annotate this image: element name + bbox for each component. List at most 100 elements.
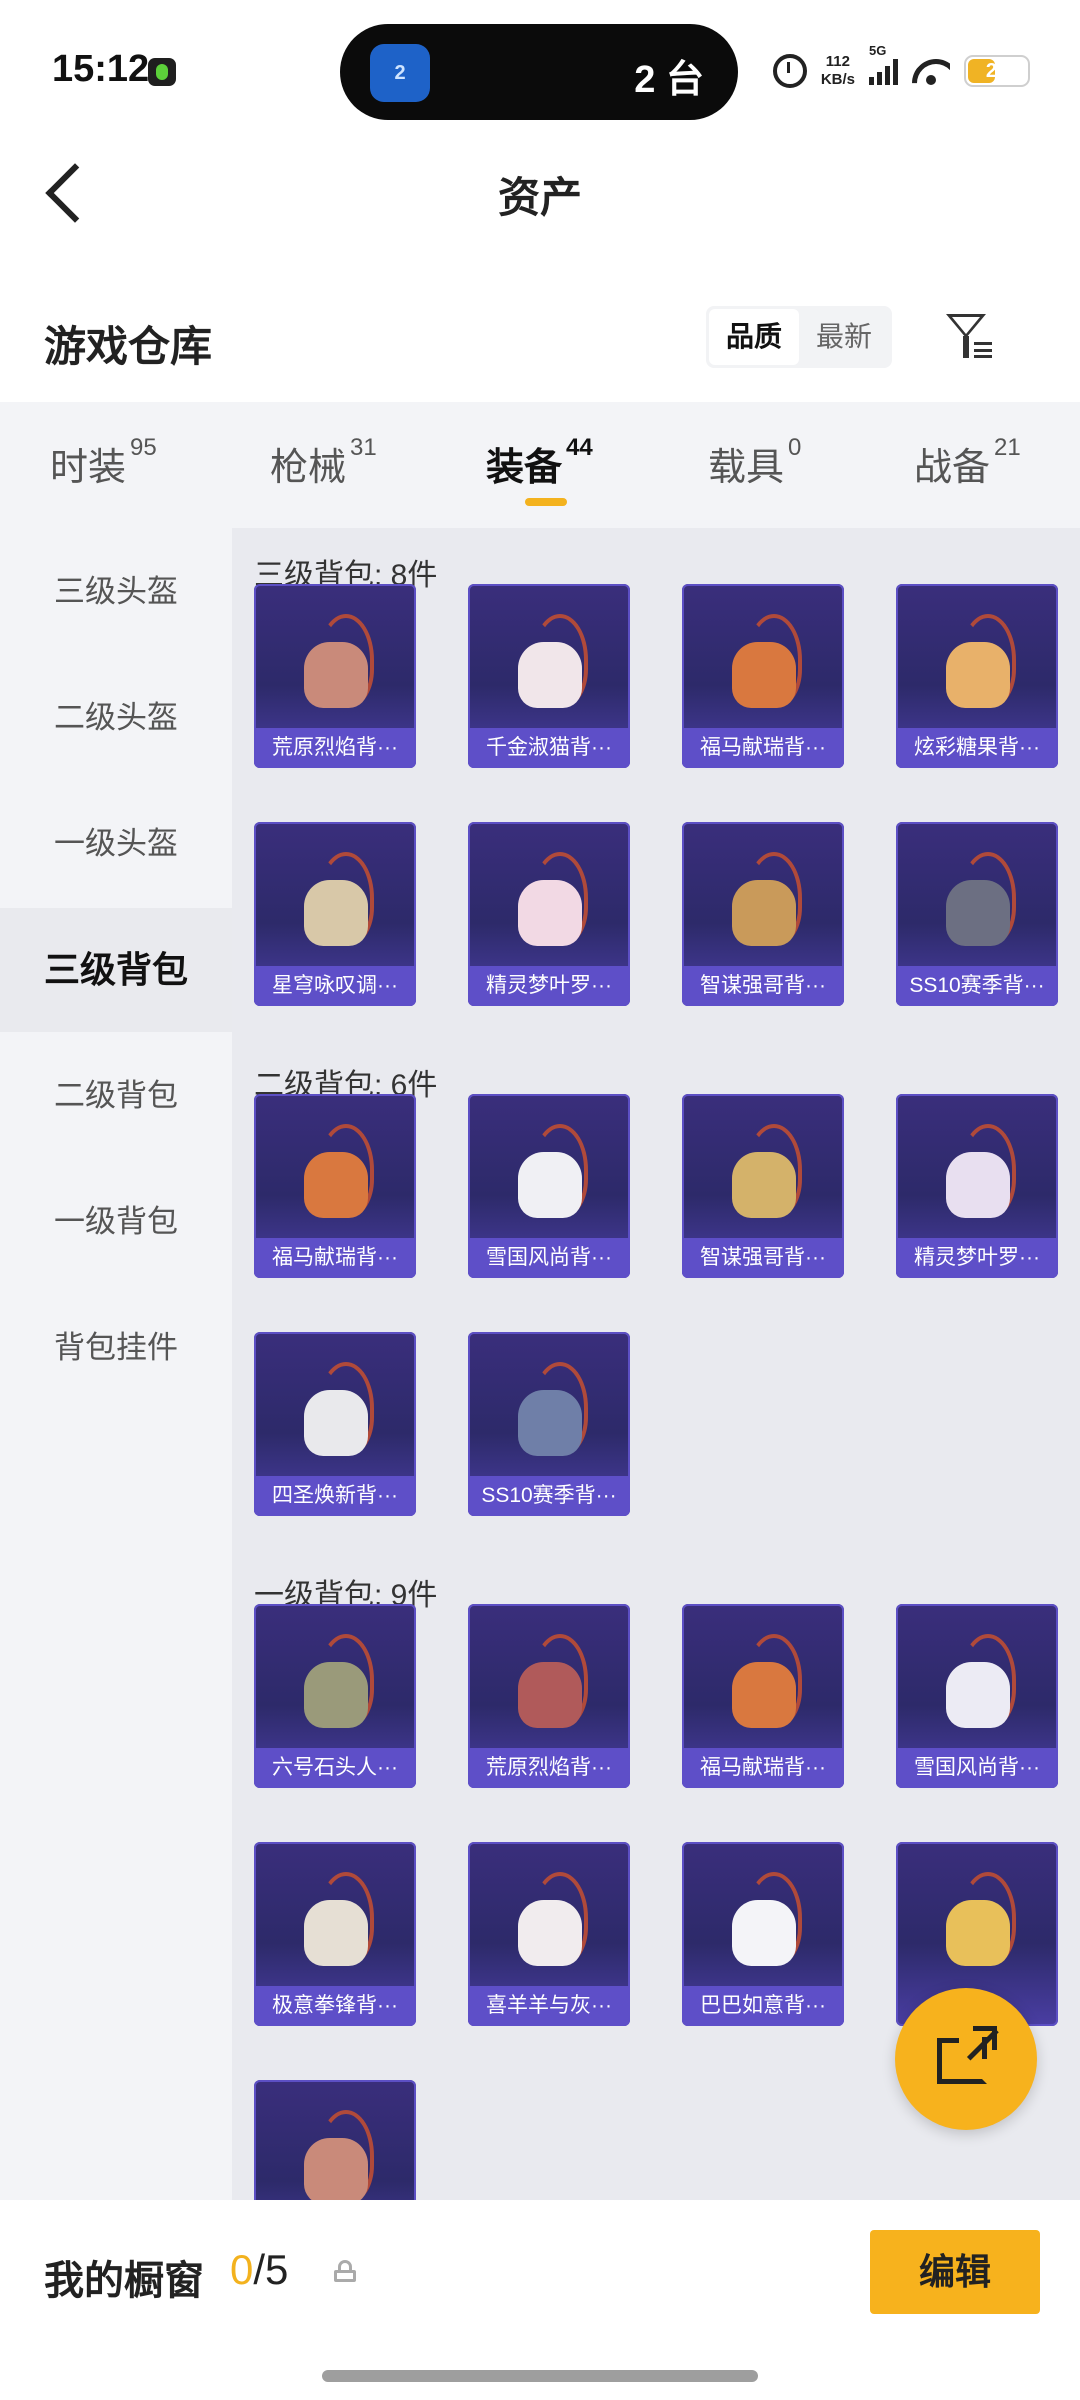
backpack-item-card[interactable]: 雪国风尚背··· xyxy=(468,1094,630,1278)
sidebar-item-level3-backpack[interactable]: 三级背包 xyxy=(0,908,232,1032)
item-label: 精灵梦叶罗··· xyxy=(468,966,630,1006)
backpack-icon xyxy=(934,850,1020,950)
backpack-icon xyxy=(934,1632,1020,1732)
backpack-item-card[interactable]: SS10赛季背··· xyxy=(896,822,1058,1006)
backpack-item-card[interactable]: SS10赛季背··· xyxy=(468,1332,630,1516)
home-indicator[interactable] xyxy=(322,2370,758,2382)
sidebar-item-level3-helmet[interactable]: 三级头盔 xyxy=(0,530,232,654)
tab-vehicles[interactable]: 载具 0 xyxy=(708,434,802,491)
tab-label: 时装 xyxy=(50,447,127,489)
backpack-item-card[interactable]: 六号石头人··· xyxy=(254,1604,416,1788)
item-label: 智谋强哥背··· xyxy=(682,966,844,1006)
backpack-icon xyxy=(720,1870,806,1970)
item-label: 四圣焕新背··· xyxy=(254,1476,416,1516)
item-label: SS10赛季背··· xyxy=(896,966,1058,1006)
backpack-icon xyxy=(720,1122,806,1222)
backpack-item-card[interactable]: 荒原烈焰背··· xyxy=(254,584,416,768)
tab-label: 载具 xyxy=(708,447,785,489)
item-label: 福马献瑞背··· xyxy=(254,1238,416,1278)
lock-icon xyxy=(334,2260,356,2282)
header: 资产 xyxy=(0,140,1080,250)
backpack-item-card[interactable]: 福马献瑞背··· xyxy=(254,1094,416,1278)
item-label: 炫彩糖果背··· xyxy=(896,728,1058,768)
sidebar-item-level1-helmet[interactable]: 一级头盔 xyxy=(0,782,232,906)
alarm-icon xyxy=(772,54,807,88)
backpack-item-card[interactable]: 精灵梦叶罗··· xyxy=(468,822,630,1006)
signal-icon: 5G xyxy=(869,43,898,85)
tab-count: 44 xyxy=(566,434,593,461)
backpack-icon xyxy=(934,1870,1020,1970)
showcase-total: /5 xyxy=(253,2246,289,2293)
backpack-icon xyxy=(506,1632,592,1732)
filter-button[interactable] xyxy=(940,308,1000,368)
backpack-icon xyxy=(934,1122,1020,1222)
share-button[interactable] xyxy=(895,1988,1037,2130)
backpack-icon xyxy=(720,1632,806,1732)
status-bar: 15:12 2 2 台 112 KB/s 5G 23 xyxy=(0,0,1080,140)
item-label: 荒原烈焰背··· xyxy=(254,728,416,768)
showcase-count: 0/5 xyxy=(230,2246,288,2294)
backpack-icon xyxy=(506,612,592,712)
bottom-bar: 我的橱窗 0/5 编辑 xyxy=(0,2200,1080,2400)
backpack-item-card[interactable]: 极意拳锋背··· xyxy=(254,1842,416,2026)
backpack-item-card[interactable]: 智谋强哥背··· xyxy=(682,1094,844,1278)
backpack-item-card[interactable]: 喜羊羊与灰··· xyxy=(468,1842,630,2026)
battery-icon: 23 xyxy=(964,55,1030,87)
sidebar-item-backpack-charm[interactable]: 背包挂件 xyxy=(0,1286,232,1410)
backpack-item-card[interactable]: 巴巴如意背··· xyxy=(682,1842,844,2026)
backpack-item-card[interactable] xyxy=(254,2080,416,2200)
sidebar-item-level1-backpack[interactable]: 一级背包 xyxy=(0,1160,232,1284)
backpack-icon xyxy=(720,612,806,712)
tab-count: 21 xyxy=(994,434,1021,461)
tab-supplies[interactable]: 战备 21 xyxy=(914,434,1021,491)
backpack-item-card[interactable]: 千金淑猫背··· xyxy=(468,584,630,768)
backpack-item-card[interactable]: 荒原烈焰背··· xyxy=(468,1604,630,1788)
backpack-icon xyxy=(506,1122,592,1222)
backpack-item-card[interactable]: 精灵梦叶罗··· xyxy=(896,1094,1058,1278)
item-label: 巴巴如意背··· xyxy=(682,1986,844,2026)
page-title: 资产 xyxy=(497,174,582,221)
category-tabs: 时装 95 枪械 31 装备 44 载具 0 战备 21 xyxy=(0,402,1080,528)
backpack-icon xyxy=(292,1870,378,1970)
edit-button[interactable]: 编辑 xyxy=(870,2230,1040,2314)
backpack-item-card[interactable]: 炫彩糖果背··· xyxy=(896,584,1058,768)
backpack-icon xyxy=(292,850,378,950)
sort-toggle: 品质 最新 xyxy=(706,306,892,368)
item-label: 荒原烈焰背··· xyxy=(468,1748,630,1788)
item-label: 福马献瑞背··· xyxy=(682,728,844,768)
item-label: 精灵梦叶罗··· xyxy=(896,1238,1058,1278)
backpack-icon xyxy=(720,850,806,950)
backpack-item-card[interactable]: 雪国风尚背··· xyxy=(896,1604,1058,1788)
tab-label: 战备 xyxy=(914,447,991,489)
item-label: 智谋强哥背··· xyxy=(682,1238,844,1278)
dynamic-island[interactable]: 2 2 台 xyxy=(340,24,738,120)
sidebar-item-level2-helmet[interactable]: 二级头盔 xyxy=(0,656,232,780)
active-tab-indicator xyxy=(525,498,567,506)
wifi-icon xyxy=(912,57,950,85)
battery-level: 23 xyxy=(985,60,1009,82)
tab-count: 0 xyxy=(788,434,802,461)
tab-count: 31 xyxy=(350,434,377,461)
backpack-item-card[interactable]: 智谋强哥背··· xyxy=(682,822,844,1006)
network-type: 5G xyxy=(869,43,887,58)
backpack-icon xyxy=(292,1122,378,1222)
tab-fashion[interactable]: 时装 95 xyxy=(50,434,157,491)
app-notification-icon xyxy=(148,58,176,86)
net-speed-unit: KB/s xyxy=(820,71,855,88)
backpack-icon xyxy=(506,1360,592,1460)
tab-firearms[interactable]: 枪械 31 xyxy=(270,434,377,491)
sort-quality-button[interactable]: 品质 xyxy=(709,309,799,365)
item-label: 福马献瑞背··· xyxy=(682,1748,844,1788)
backpack-item-card[interactable]: 福马献瑞背··· xyxy=(682,584,844,768)
backpack-item-card[interactable]: 四圣焕新背··· xyxy=(254,1332,416,1516)
sort-newest-button[interactable]: 最新 xyxy=(799,309,889,365)
backpack-item-card[interactable]: 星穹咏叹调··· xyxy=(254,822,416,1006)
item-label: 雪国风尚背··· xyxy=(896,1748,1058,1788)
showcase-current: 0 xyxy=(230,2246,254,2293)
backpack-item-card[interactable]: 福马献瑞背··· xyxy=(682,1604,844,1788)
net-speed-value: 112 xyxy=(825,53,850,70)
sidebar-item-level2-backpack[interactable]: 二级背包 xyxy=(0,1034,232,1158)
tab-equipment[interactable]: 装备 44 xyxy=(486,434,593,491)
item-grid[interactable]: 三级背包: 8件 荒原烈焰背··· 千金淑猫背··· 福马献瑞背··· 炫彩糖果背···… xyxy=(232,528,1080,2200)
backpack-icon xyxy=(506,1870,592,1970)
